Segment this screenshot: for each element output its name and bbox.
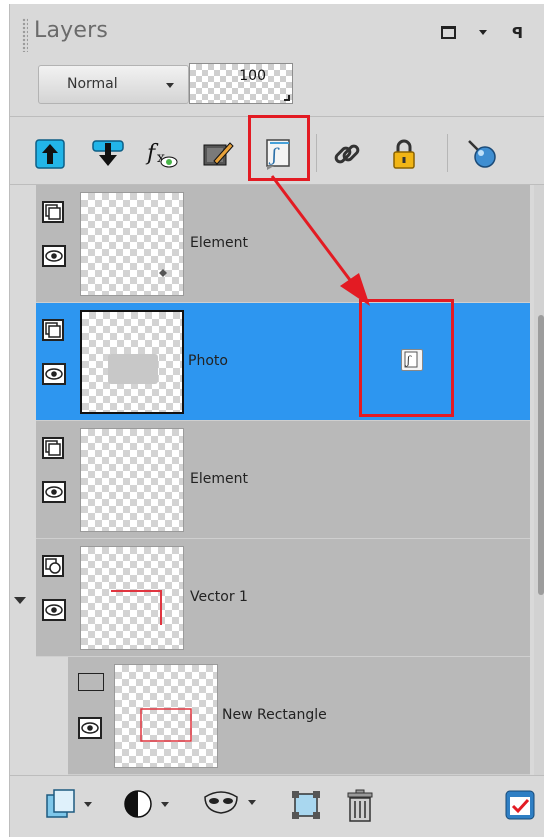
visibility-eye-icon[interactable] xyxy=(42,481,66,503)
vector-layer-icon[interactable] xyxy=(42,555,64,577)
properties-icon xyxy=(505,790,535,820)
adjustment-button[interactable] xyxy=(202,789,256,815)
layer-properties-button[interactable] xyxy=(504,789,536,821)
chevron-down-icon xyxy=(166,83,174,88)
edit-layer-icon[interactable] xyxy=(201,136,235,172)
opacity-field[interactable]: 100 xyxy=(189,63,293,104)
resize-corner-icon xyxy=(284,95,290,101)
delete-layer-icon xyxy=(347,789,373,822)
layers-panel: Layers ꟼ ✕ Normal 100 fx ʃ xyxy=(9,4,544,837)
raster-layer-icon[interactable] xyxy=(42,201,64,223)
mask-icon xyxy=(124,790,152,818)
layer-row-icons xyxy=(78,673,104,739)
chevron-down-icon xyxy=(84,801,92,807)
layer-row-icons xyxy=(42,437,68,503)
visibility-eye-icon[interactable] xyxy=(42,245,66,267)
divider xyxy=(10,775,544,776)
new-layer-button[interactable] xyxy=(46,789,92,819)
layer-thumbnail xyxy=(80,310,184,414)
panel-grip[interactable] xyxy=(22,18,28,52)
raster-layer-icon[interactable] xyxy=(42,437,64,459)
expand-arrow-icon[interactable] xyxy=(14,597,26,604)
layer-name: Vector 1 xyxy=(190,589,248,605)
divider xyxy=(316,134,317,172)
chevron-down-icon xyxy=(161,801,169,807)
layer-name: New Rectangle xyxy=(222,707,327,723)
highlight-layer-icon[interactable] xyxy=(465,136,499,172)
layer-row-icons xyxy=(42,201,68,267)
layer-name: Photo xyxy=(188,353,228,369)
panel-title: Layers xyxy=(34,18,108,43)
layer-name: Element xyxy=(190,235,248,251)
menu-arrow-icon[interactable] xyxy=(479,30,487,35)
visibility-eye-icon[interactable] xyxy=(78,717,102,739)
layer-thumbnail xyxy=(114,664,218,768)
scrollbar-thumb[interactable] xyxy=(538,315,544,595)
move-layer-up-icon[interactable] xyxy=(33,136,67,172)
blend-mode-select[interactable]: Normal xyxy=(38,65,189,104)
opacity-value: 100 xyxy=(239,68,266,84)
group-layer-icon: ʃ xyxy=(401,349,423,371)
visibility-eye-icon[interactable] xyxy=(42,363,66,385)
visibility-eye-icon[interactable] xyxy=(42,599,66,621)
layer-thumbnail xyxy=(80,192,184,296)
move-layer-down-icon[interactable] xyxy=(91,136,125,172)
layer-row-icons xyxy=(42,319,68,385)
blend-mode-value: Normal xyxy=(67,76,118,92)
pin-icon[interactable]: ꟼ xyxy=(512,24,523,42)
raster-layer-icon[interactable] xyxy=(42,319,64,341)
crop-layer-button[interactable] xyxy=(290,789,322,821)
link-layers-icon[interactable] xyxy=(330,136,364,172)
scrollbar[interactable] xyxy=(534,185,544,775)
layer-row-selected[interactable]: Photo xyxy=(36,303,530,421)
crop-layer-icon xyxy=(292,791,320,819)
layer-effects-icon[interactable]: fx xyxy=(145,136,179,172)
layer-row[interactable]: Vector 1 xyxy=(36,539,530,657)
layer-thumbnail xyxy=(80,546,184,650)
divider xyxy=(447,134,448,172)
adjustment-mask-icon xyxy=(204,791,238,814)
new-layer-icon xyxy=(46,789,75,818)
rectangle-shape-icon[interactable] xyxy=(78,673,104,691)
lock-layer-icon[interactable] xyxy=(387,136,421,172)
layer-row[interactable]: Element xyxy=(36,185,530,303)
mask-button[interactable] xyxy=(123,789,169,819)
layer-thumbnail xyxy=(80,428,184,532)
tool-callout-box xyxy=(248,115,310,181)
layer-name: Element xyxy=(190,471,248,487)
layer-row[interactable]: Element xyxy=(36,421,530,539)
layer-row-child[interactable]: New Rectangle xyxy=(68,657,530,775)
layer-row-icons xyxy=(42,555,68,621)
chevron-down-icon xyxy=(248,799,256,805)
layer-list[interactable]: Element Photo Element Vector 1 New Recta… xyxy=(10,185,530,775)
maximize-icon[interactable] xyxy=(441,26,456,39)
delete-layer-button[interactable] xyxy=(345,789,375,823)
